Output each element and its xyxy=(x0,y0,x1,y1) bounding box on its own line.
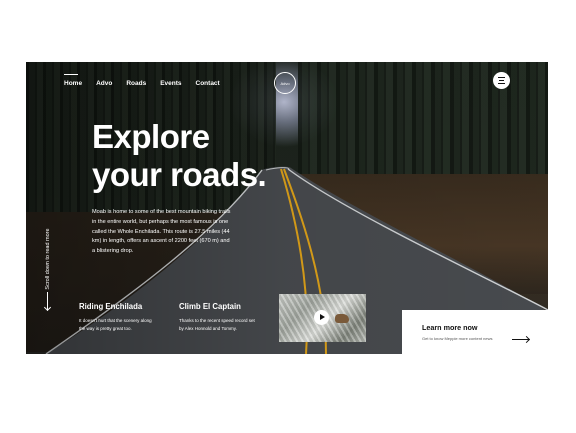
menu-line xyxy=(498,77,505,78)
scroll-hint[interactable]: Scroll down to read more xyxy=(38,222,58,312)
nav-item-advo[interactable]: Advo xyxy=(96,80,112,87)
main-nav: Home Advo Roads Events Contact xyxy=(64,74,220,87)
hero-headline: Explore your roads. xyxy=(92,118,267,194)
video-thumbnail[interactable] xyxy=(279,294,366,342)
nav-item-contact[interactable]: Contact xyxy=(196,80,220,87)
hero-description: Moab is home to some of the best mountai… xyxy=(92,209,231,255)
arrow-right-icon[interactable] xyxy=(512,339,529,340)
scroll-hint-text: Scroll down to read more xyxy=(45,228,51,290)
menu-line xyxy=(498,83,505,84)
learn-more-panel[interactable]: Learn more now Get to know Meppie more c… xyxy=(402,310,550,355)
card-title: Climb El Captain xyxy=(179,302,241,311)
card-text: Thanks to the recent speed record set by… xyxy=(179,318,255,331)
headline-line-1: Explore xyxy=(92,118,210,155)
arrow-down-icon xyxy=(47,292,48,310)
hamburger-menu-icon[interactable] xyxy=(493,72,510,89)
card-title: Riding Enchilada xyxy=(79,302,143,311)
nav-item-home[interactable]: Home xyxy=(64,74,82,87)
learn-more-subtitle: Get to know Meppie more content news xyxy=(422,336,493,341)
play-icon[interactable] xyxy=(314,310,329,325)
menu-line xyxy=(499,80,504,81)
nav-item-events[interactable]: Events xyxy=(160,80,181,87)
deer-figure xyxy=(335,314,349,323)
learn-more-title: Learn more now xyxy=(422,323,478,332)
card-riding-enchilada[interactable]: Riding Enchilada It doesn't hurt that th… xyxy=(79,302,157,333)
card-climb-el-captain[interactable]: Climb El Captain Thanks to the recent sp… xyxy=(179,302,257,333)
nav-item-roads[interactable]: Roads xyxy=(126,80,146,87)
logo[interactable]: Advo xyxy=(274,72,296,94)
card-text: It doesn't hurt that the scenery along t… xyxy=(79,318,152,331)
headline-line-2: your roads. xyxy=(92,156,267,193)
